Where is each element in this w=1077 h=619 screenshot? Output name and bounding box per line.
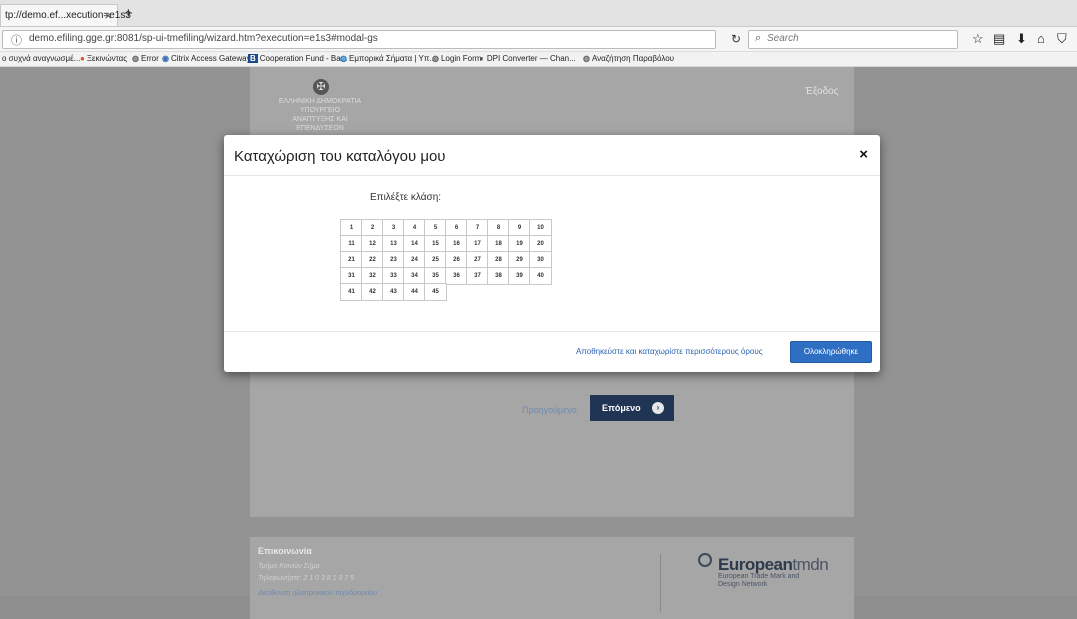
bookmark-item[interactable]: B Cooperation Fund - Ba... <box>248 54 347 63</box>
save-and-add-more-link[interactable]: Αποθηκεύστε και καταχωρίστε περισσότερου… <box>576 347 763 356</box>
tab-close-icon[interactable]: × <box>104 8 112 23</box>
ministry-line: ΕΛΛΗΝΙΚΗ ΔΗΜΟΚΡΑΤΙΑ <box>278 98 362 105</box>
footer-line: Τηλεφωνήστε: 2 1 0 3 8 1 3 7 5 <box>258 575 354 582</box>
complete-button[interactable]: Ολοκληρώθηκε <box>790 341 872 363</box>
modal-header: Καταχώριση του καταλόγου μου × <box>224 135 880 176</box>
close-icon[interactable]: × <box>859 146 868 163</box>
browser-tab-bar: tp://demo.ef...xecution=e1s3 × + <box>0 0 1077 27</box>
citrix-icon: ◉ <box>162 54 169 63</box>
bookmark-item[interactable]: ◍ Error <box>132 54 159 63</box>
bookmark-item[interactable]: ◐ DPI Converter — Chan... <box>480 54 576 63</box>
etmdn-logo-subtitle: European Trade Mark and Design Network <box>718 573 800 588</box>
ministry-line: ΥΠΟΥΡΓΕΙΟ <box>299 107 341 114</box>
firefox-icon: ● <box>80 54 85 63</box>
etmdn-logo-icon <box>698 553 712 567</box>
class-cell[interactable]: 39 <box>508 267 531 285</box>
bookmark-item[interactable]: ● Ξεκινώντας <box>80 54 127 63</box>
info-icon[interactable]: ⓘ <box>11 32 22 48</box>
previous-link[interactable]: Προηγούμενο <box>522 405 577 415</box>
class-cell[interactable]: 36 <box>445 267 468 285</box>
class-cell[interactable]: 40 <box>529 267 552 285</box>
modal-title: Καταχώριση του καταλόγου μου <box>234 148 446 165</box>
clipboard-icon[interactable]: ▤ <box>993 31 1005 47</box>
ministry-line: ΑΝΑΠΤΥΞΗΣ ΚΑΙ ΕΠΕΝΔΥΣΕΩΝ <box>292 116 348 132</box>
search-bar[interactable]: ⌕ Search <box>748 30 958 49</box>
browser-tab[interactable]: tp://demo.ef...xecution=e1s3 × <box>0 4 131 26</box>
class-cell[interactable]: 38 <box>487 267 510 285</box>
chevron-right-icon: › <box>652 402 664 414</box>
class-select-label: Επιλέξτε κλάση: <box>370 192 442 203</box>
class-cell[interactable]: 37 <box>466 267 489 285</box>
bookmark-item[interactable]: ◍ Login Form <box>432 54 481 63</box>
reload-icon[interactable]: ↻ <box>731 32 741 46</box>
class-cell[interactable]: 43 <box>382 283 405 301</box>
next-button-label: Επόμενο <box>602 403 641 413</box>
new-tab-button[interactable]: + <box>124 5 133 22</box>
etmdn-logo-main: European <box>718 555 793 574</box>
url-text[interactable]: demo.efiling.gge.gr:8081/sp-ui-tmefiling… <box>29 33 378 44</box>
footer-title: Επικοινωνία <box>258 546 312 556</box>
footer-divider <box>660 554 661 612</box>
globe-icon: ◍ <box>432 54 439 63</box>
modal-footer: Αποθηκεύστε και καταχωρίστε περισσότερου… <box>224 331 880 373</box>
bookmark-item[interactable]: ◉ Citrix Access Gateway <box>162 54 251 63</box>
class-cell[interactable]: 41 <box>340 283 363 301</box>
b-icon: B <box>248 54 258 63</box>
home-icon[interactable]: ⌂ <box>1037 31 1045 46</box>
bookmark-star-icon[interactable]: ☆ <box>972 31 984 47</box>
footer-panel: Επικοινωνία Τμήμα Κοινών Σήμα Τηλεφωνήστ… <box>250 537 854 619</box>
search-placeholder: Search <box>767 33 799 44</box>
next-button[interactable]: Επόμενο › <box>590 395 674 421</box>
etmdn-logo-tail: tmdn <box>792 555 829 574</box>
class-cell[interactable]: 44 <box>403 283 426 301</box>
globe-icon: ◍ <box>340 54 347 63</box>
greek-emblem-icon: ✠ <box>313 79 329 95</box>
classification-modal: Καταχώριση του καταλόγου μου × Επιλέξτε … <box>224 135 880 372</box>
search-icon: ⌕ <box>755 32 762 44</box>
chrome-icon: ◐ <box>480 54 485 63</box>
logout-link[interactable]: Έξοδος <box>805 86 839 97</box>
globe-icon: ◍ <box>132 54 139 63</box>
etmdn-logo-text: Europeantmdn <box>718 555 829 575</box>
class-cell[interactable]: 42 <box>361 283 384 301</box>
globe-icon: ◍ <box>583 54 590 63</box>
bookmark-item[interactable]: ◍ Αναζήτηση Παραβόλου <box>583 54 674 63</box>
bookmark-item[interactable]: ο συχνά αναγνωσμέ... <box>2 54 80 63</box>
ministry-header: ΕΛΛΗΝΙΚΗ ΔΗΜΟΚΡΑΤΙΑ ΥΠΟΥΡΓΕΙΟ ΑΝΑΠΤΥΞΗΣ … <box>270 97 370 133</box>
bookmark-item[interactable]: ◍ Εμπορικά Σήματα | Υπ... <box>340 54 436 63</box>
tab-title: tp://demo.ef...xecution=e1s3 <box>5 10 131 21</box>
shield-icon[interactable]: ⛉ <box>1057 31 1067 47</box>
url-bar[interactable]: ⓘ demo.efiling.gge.gr:8081/sp-ui-tmefili… <box>2 30 716 49</box>
bookmarks-bar: ο συχνά αναγνωσμέ... ● Ξεκινώντας ◍ Error … <box>0 52 1077 67</box>
footer-line: Τμήμα Κοινών Σήμα <box>258 563 320 570</box>
class-cell[interactable]: 45 <box>424 283 447 301</box>
browser-nav-bar: ⓘ demo.efiling.gge.gr:8081/sp-ui-tmefili… <box>0 27 1077 52</box>
download-icon[interactable]: ⬇ <box>1016 31 1027 47</box>
